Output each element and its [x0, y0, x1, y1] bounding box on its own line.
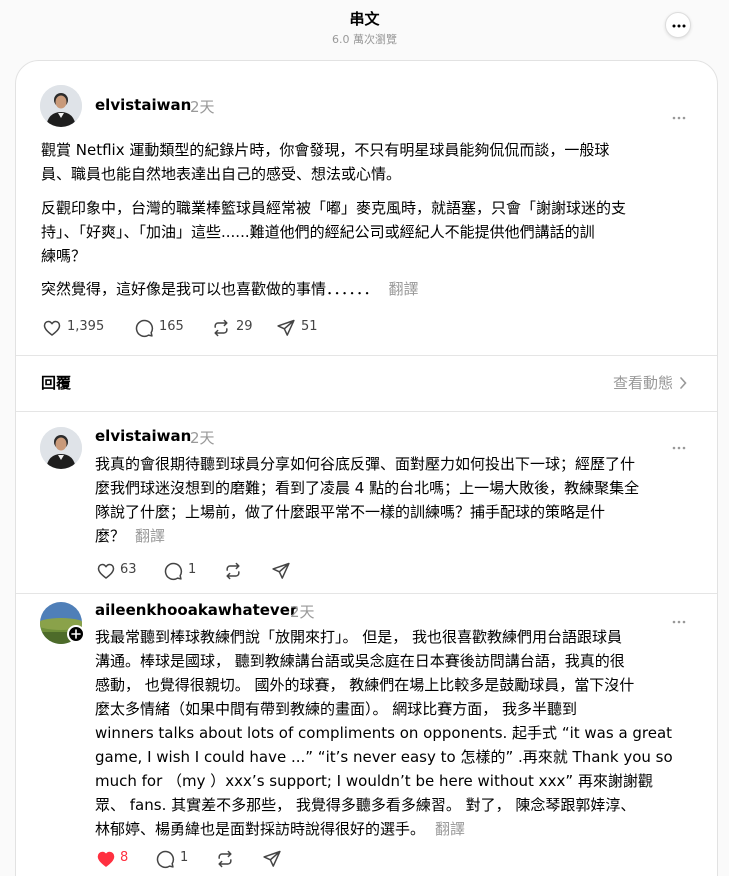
text-line: 溝通。棒球是國球， 聽到教練講台語或吳念庭在日本賽後訪問講台語，我真的很: [95, 652, 625, 670]
divider: [16, 411, 717, 412]
text-line: 持」、「好爽」、「加油」這些......難道他們的經紀公司或經紀人不能提供他們講…: [41, 223, 595, 241]
post-time: 2天: [190, 98, 215, 116]
more-horizontal-icon: [672, 446, 686, 450]
repost-icon: [218, 850, 232, 868]
text-line: 反觀印象中，台灣的職業棒籃球員經常被「嘟」麥克風時，就語塞，只會「謝謝球迷的支: [41, 199, 627, 217]
header-more-button[interactable]: [665, 12, 691, 38]
text-line: 感動， 也覺得很親切。 國外的球賽， 教練們在場上比較多是鼓勵球員，當下沒什: [95, 676, 635, 694]
like-count: 63: [120, 562, 137, 577]
text-line: 麼太多情緒（如果中間有帶到教練的畫面）。 網球比賽方面， 我多半聽到: [95, 700, 578, 718]
heart-icon: [97, 563, 115, 579]
view-activity-label: 查看動態: [612, 374, 673, 392]
text-line: 觀賞 Netflix 運動類型的紀錄片時，你會發現，不只有明星球員能夠侃侃而談，…: [41, 141, 610, 159]
heart-filled-icon: [97, 851, 115, 867]
follow-button[interactable]: [67, 625, 85, 643]
text-line: 練嗎？: [41, 247, 87, 265]
comment-bubble-icon: [164, 562, 183, 581]
thread-header: 串文 6.0 萬次瀏覽: [0, 0, 729, 60]
text-line: winners talks about lots of compliments …: [95, 724, 673, 742]
text-line: 麼我們球迷沒想到的磨難；看到了凌晨 4 點的台北嗎；上一場大敗後，教練聚集全: [95, 479, 640, 497]
post-more-button[interactable]: [672, 105, 686, 124]
heart-icon: [43, 320, 61, 336]
like-count: 8: [120, 850, 129, 865]
share-button[interactable]: 51: [276, 318, 331, 338]
avatar-person-image: [40, 427, 82, 469]
comment-button[interactable]: 1: [163, 561, 203, 581]
divider: [16, 355, 717, 356]
share-send-icon: [277, 319, 295, 336]
avatar[interactable]: [40, 85, 82, 127]
repost-button[interactable]: [223, 561, 245, 581]
like-button[interactable]: 63: [96, 561, 146, 581]
repost-icon: [214, 319, 228, 337]
avatar-person-image: [40, 85, 82, 127]
reply-username[interactable]: elvistaiwan: [95, 427, 191, 445]
comment-bubble-icon: [156, 850, 175, 869]
share-count: 51: [301, 319, 318, 334]
more-horizontal-icon: [672, 116, 686, 120]
comment-count: 165: [159, 319, 184, 334]
share-button[interactable]: [271, 561, 293, 581]
text-line: 麼？: [95, 527, 126, 545]
post-paragraph: 反觀印象中，台灣的職業棒籃球員經常被「嘟」麥克風時，就語塞，只會「謝謝球迷的支 …: [41, 196, 701, 268]
repost-icon: [226, 562, 240, 580]
reply-text: 我真的會很期待聽到球員分享如何谷底反彈、面對壓力如何投出下一球；經歷了什 麼我們…: [95, 452, 705, 548]
text-line: game, I wish I could have ...” “it’s nev…: [95, 748, 673, 766]
share-button[interactable]: [262, 849, 284, 869]
chevron-right-icon: [680, 377, 687, 389]
repost-count: 29: [236, 319, 253, 334]
page-title: 串文: [349, 10, 380, 28]
text-line: 林郁婷、楊勇緯也是面對採訪時說得很好的選手。: [95, 820, 426, 838]
text-line: 我最常聽到棒球教練們說「放開來打」。 但是， 我也很喜歡教練們用台語跟球員: [95, 628, 623, 646]
share-send-icon: [263, 850, 281, 867]
repost-button[interactable]: 29: [211, 318, 266, 338]
reply-text: 我最常聽到棒球教練們說「放開來打」。 但是， 我也很喜歡教練們用台語跟球員 溝通…: [95, 625, 707, 841]
post-paragraph: 突然覺得，這好像是我可以也喜歡做的事情．．．．．． 翻譯: [41, 277, 701, 301]
translate-link[interactable]: 翻譯: [435, 820, 465, 838]
post-paragraph: 觀賞 Netflix 運動類型的紀錄片時，你會發現，不只有明星球員能夠侃侃而談，…: [41, 138, 701, 186]
reply-time: 2天: [290, 603, 315, 621]
share-send-icon: [272, 562, 290, 579]
divider: [16, 593, 717, 594]
comment-button[interactable]: 1: [155, 849, 195, 869]
translate-link[interactable]: 翻譯: [135, 527, 165, 545]
text-line: 眾、 fans. 其實差不多那些， 我覺得多聽多看多練習。 對了， 陳念琴跟郭婞…: [95, 796, 636, 814]
like-button[interactable]: 1,395: [42, 318, 112, 338]
comment-bubble-icon: [135, 319, 154, 338]
view-count: 6.0 萬次瀏覽: [332, 33, 397, 46]
comment-count: 1: [180, 850, 189, 865]
text-line: 我真的會很期待聽到球員分享如何谷底反彈、面對壓力如何投出下一球；經歷了什: [95, 455, 636, 473]
post-username[interactable]: elvistaiwan: [95, 96, 191, 114]
view-activity-link[interactable]: 查看動態: [613, 372, 687, 393]
reply-time: 2天: [190, 429, 215, 447]
comment-button[interactable]: 165: [134, 318, 194, 338]
text-line: 員、職員也能自然地表達出自己的感受、想法或心情。: [41, 165, 402, 183]
follow-plus-icon: [71, 629, 81, 639]
replies-label: 回覆: [41, 374, 72, 392]
repost-button[interactable]: [215, 849, 237, 869]
like-button[interactable]: 8: [96, 849, 136, 869]
text-line: 突然覺得，這好像是我可以也喜歡做的事情．．．．．．: [41, 280, 379, 298]
avatar[interactable]: [40, 427, 82, 469]
text-line: much for （my ）xxx’s support; I wouldn’t …: [95, 772, 653, 790]
more-horizontal-icon: [672, 24, 686, 28]
like-count: 1,395: [67, 319, 105, 334]
reply-username[interactable]: aileenkhooakawhatever: [95, 601, 297, 619]
more-horizontal-icon: [672, 620, 686, 624]
thread-card: elvistaiwan 2天 觀賞 Netflix 運動類型的紀錄片時，你會發現…: [15, 60, 718, 876]
text-line: 隊說了什麼；上場前，做了什麼跟平常不一樣的訓練嗎？捕手配球的策略是什: [95, 503, 606, 521]
translate-link[interactable]: 翻譯: [389, 280, 419, 298]
comment-count: 1: [188, 562, 197, 577]
